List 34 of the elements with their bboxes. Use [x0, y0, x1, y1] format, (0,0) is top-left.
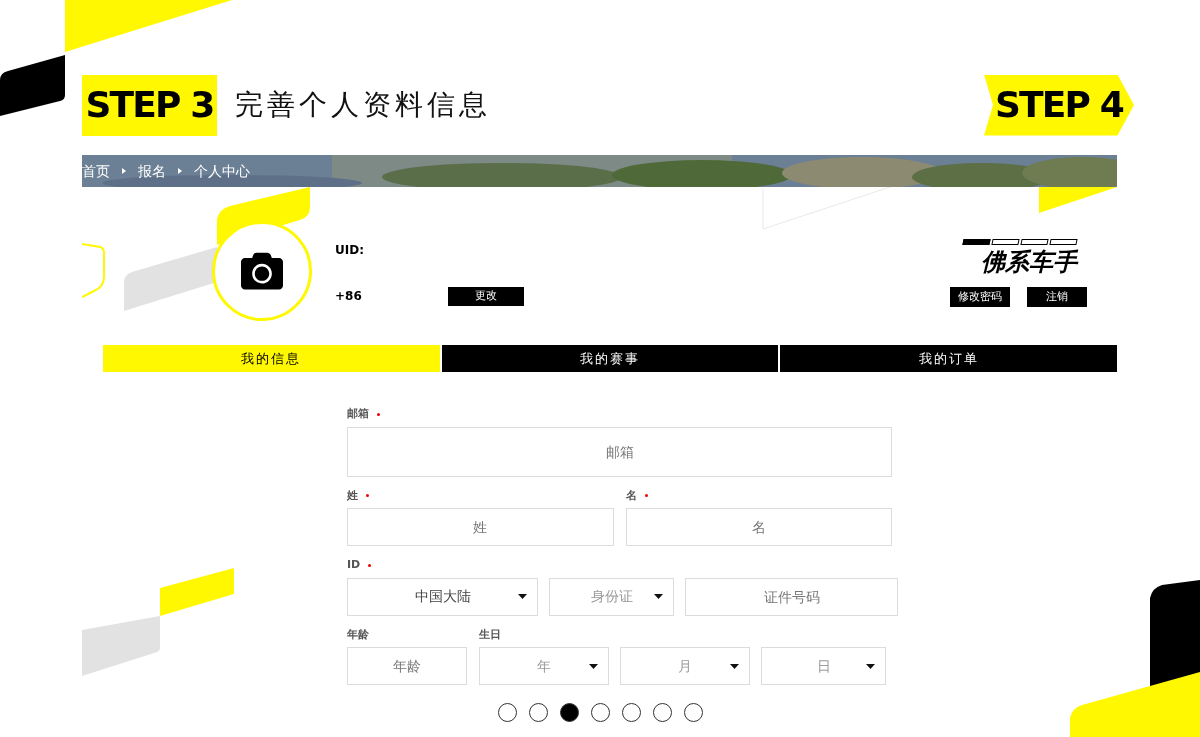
phone-prefix: +86 — [335, 288, 363, 305]
breadcrumb-link[interactable]: 报名 — [138, 160, 166, 182]
input-field[interactable]: 证件号码 — [685, 577, 898, 616]
field-label: 年龄 — [347, 626, 369, 643]
chevron-icon — [178, 168, 182, 174]
field-label: 邮箱 — [347, 406, 380, 423]
caret-icon — [654, 594, 663, 599]
caret-icon — [518, 594, 527, 599]
input-field[interactable]: 年龄 — [347, 647, 467, 685]
tab[interactable]: 我的订单 — [780, 345, 1117, 372]
tab[interactable]: 我的赛事 — [441, 345, 779, 372]
account-button[interactable]: 注销 — [1027, 287, 1087, 307]
caret-icon — [589, 663, 598, 669]
rank-title: 佛系车手 — [981, 247, 1077, 278]
step-badge: STEP 3 — [82, 74, 217, 136]
field-label: ID — [347, 557, 372, 574]
caret-icon — [730, 663, 739, 669]
input-field[interactable]: 姓 — [347, 508, 614, 546]
field-label: 名 — [625, 487, 648, 504]
breadcrumb-link[interactable]: 首页 — [82, 160, 110, 182]
field-label: 姓 — [347, 487, 369, 504]
change-button[interactable]: 更改 — [448, 286, 524, 306]
breadcrumb-link[interactable]: 个人中心 — [194, 160, 250, 182]
account-button[interactable]: 修改密码 — [950, 287, 1010, 307]
tab[interactable]: 我的信息 — [103, 345, 440, 372]
input-field[interactable]: 邮箱 — [347, 426, 892, 477]
field-label: 生日 — [479, 626, 501, 643]
select-field[interactable]: 中国大陆 — [347, 577, 538, 616]
input-field[interactable]: 名 — [625, 508, 892, 546]
chevron-icon — [122, 168, 126, 174]
uid-label: UID: — [335, 241, 365, 259]
step-badge: STEP 4 — [984, 74, 1134, 136]
step-title: 完善个人资料信息 — [235, 87, 491, 123]
caret-icon — [866, 663, 875, 669]
